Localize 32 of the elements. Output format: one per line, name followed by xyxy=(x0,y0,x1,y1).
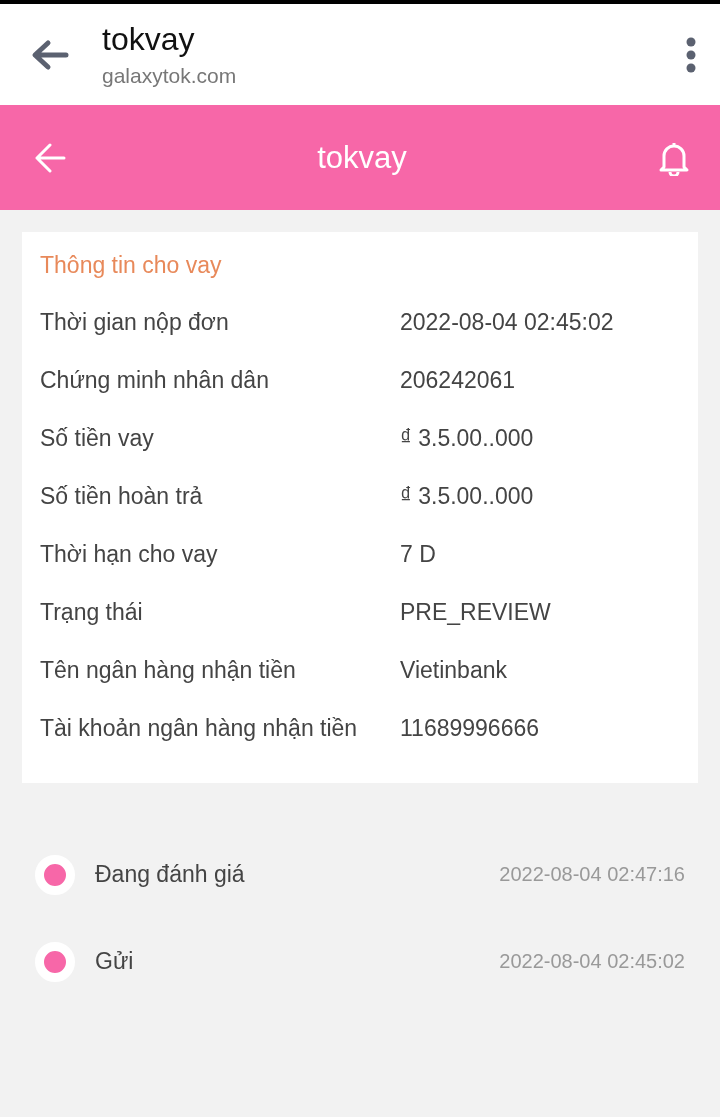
field-label: Tài khoản ngân hàng nhận tiền xyxy=(40,714,359,742)
field-label: Thời hạn cho vay xyxy=(40,540,219,568)
status-label: Đang đánh giá xyxy=(95,861,246,888)
field-value: 11689996666 xyxy=(400,714,540,742)
status-dot xyxy=(35,854,75,895)
field-value: 206242061 xyxy=(400,366,517,394)
field-value: 2022-08-04 02:45:02 xyxy=(400,308,615,336)
more-options-icon xyxy=(686,36,696,73)
page-title: tokvay xyxy=(102,21,196,58)
section-heading: Thông tin cho vay xyxy=(40,252,223,279)
status-label: Gửi xyxy=(95,948,135,975)
back-arrow-icon xyxy=(34,142,66,173)
page-url: galaxytok.com xyxy=(102,64,238,88)
field-value: ₫ 3.5.00..000 xyxy=(400,424,535,452)
field-label: Chứng minh nhân dân xyxy=(40,366,270,394)
field-label: Tên ngân hàng nhận tiền xyxy=(40,656,297,684)
status-time: 2022-08-04 02:45:02 xyxy=(499,950,685,973)
field-value: Vietinbank xyxy=(400,656,508,684)
status-dot xyxy=(35,941,75,982)
app-title: tokvay xyxy=(317,139,407,176)
field-label: Trạng thái xyxy=(40,598,144,626)
field-label: Số tiền vay xyxy=(40,424,155,452)
field-value: ₫ 3.5.00..000 xyxy=(400,482,535,510)
status-time: 2022-08-04 02:47:16 xyxy=(499,863,685,886)
field-label: Số tiền hoàn trả xyxy=(40,482,204,510)
back-button[interactable] xyxy=(30,38,70,71)
field-label: Thời gian nộp đơn xyxy=(40,308,230,336)
field-value: PRE_REVIEW xyxy=(400,598,552,626)
back-arrow-icon xyxy=(30,38,70,71)
field-value: 7 D xyxy=(400,540,437,568)
menu-button[interactable] xyxy=(686,36,696,73)
back-button[interactable] xyxy=(34,142,66,173)
